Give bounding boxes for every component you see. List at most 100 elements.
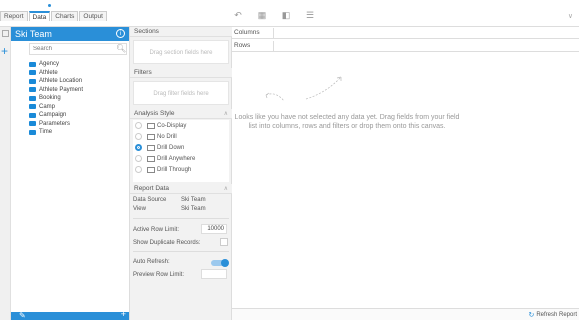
tab-output[interactable]: Output [79,11,107,21]
view-value: Ski Team [181,206,206,212]
active-row-limit-label: Active Row Limit: [133,227,180,233]
folder-item-parameters[interactable]: Parameters [29,120,83,129]
data-source-value: Ski Team [181,197,206,203]
folder-label: Athlete Payment [39,86,84,93]
empty-canvas-message: Looks like you have not selected any dat… [234,114,460,130]
folder-item-camp[interactable]: Camp [29,103,83,112]
field-search-input[interactable] [29,43,127,55]
folder-label: Booking [39,95,61,102]
preview-row-limit-label: Preview Row Limit: [133,272,185,278]
folder-icon [29,70,36,76]
folder-label: Parameters [39,120,71,127]
add-icon[interactable]: + [121,310,126,319]
folder-item-time[interactable]: Time [29,128,83,137]
filters-drop-zone[interactable]: Drag filter fields here [133,81,229,105]
folder-label: Campaign [39,112,67,119]
radio-button[interactable] [135,155,142,162]
view-label: View [133,206,146,212]
folder-label: Athlete [39,69,58,76]
radio-button[interactable] [135,133,142,140]
info-icon[interactable]: i [116,29,125,38]
field-folder-list: Agency Athlete Athlete Location Athlete … [29,60,83,137]
folder-item-athlete[interactable]: Athlete [29,69,83,78]
divider [133,251,229,252]
active-row-limit-input[interactable]: 10000 [201,224,227,234]
data-source-title: Ski Team [15,29,52,39]
option-drill-anywhere[interactable]: Drill Anywhere [133,153,229,164]
analysis-style-header[interactable]: Analysis Style ∧ [130,109,232,119]
folder-icon [29,87,36,93]
folder-icon [29,121,36,127]
folder-icon [29,104,36,110]
no-drill-icon [147,133,155,140]
report-data-settings: Data Source Ski Team View Ski Team Activ… [133,195,229,310]
pencil-icon[interactable]: ✎ [19,311,26,320]
drag-hint-arrows-icon [265,76,342,102]
filters-title: Filters [134,69,152,76]
list-icon[interactable]: ☰ [305,10,315,20]
auto-refresh-toggle[interactable] [211,259,229,267]
radio-button[interactable] [135,166,142,173]
folder-label: Time [39,129,53,136]
undo-icon[interactable]: ↶ [233,10,243,20]
option-no-drill[interactable]: No Drill [133,131,229,142]
columns-label: Columns [234,28,274,38]
show-duplicates-label: Show Duplicate Records: [133,240,201,246]
main-tabs: Report Data Charts Output [0,11,108,21]
folder-icon [29,78,36,84]
collapse-toolbar-icon[interactable]: ∨ [568,12,573,20]
report-data-header[interactable]: Report Data ∧ [130,184,232,194]
chevron-up-icon[interactable]: ∧ [224,184,228,194]
grid-icon[interactable] [2,30,9,37]
canvas-footer: ↻ Refresh Report [232,308,579,320]
drill-anywhere-icon [147,155,155,162]
canvas-toolbar: ↶ ▦ ◧ ☰ [233,10,315,20]
table-icon[interactable]: ▦ [257,10,267,20]
tab-report[interactable]: Report [0,11,28,21]
split-icon[interactable]: ◧ [281,10,291,20]
preview-row-limit-input[interactable] [201,269,227,279]
filters-header[interactable]: Filters [130,68,232,78]
data-panel: + Ski Team i 🔍︎ Agency Athlete Athlete L… [0,27,130,320]
folder-icon [29,129,36,135]
folder-item-booking[interactable]: Booking [29,94,83,103]
add-data-source-icon[interactable]: + [1,45,8,57]
report-settings-panel: Sections Drag section fields here Filter… [130,27,232,320]
sections-drop-zone[interactable]: Drag section fields here [133,40,229,64]
rows-shelf[interactable]: Rows [232,40,579,52]
folder-item-campaign[interactable]: Campaign [29,111,83,120]
report-canvas[interactable]: Columns Rows Looks like you have not sel… [232,27,579,320]
tab-charts[interactable]: Charts [51,11,79,21]
radio-button[interactable] [135,122,142,129]
divider [133,218,229,219]
co-display-icon [147,122,155,129]
folder-icon [29,95,36,101]
auto-refresh-label: Auto Refresh: [133,259,170,265]
report-data-title: Report Data [134,185,170,192]
folder-icon [29,112,36,118]
analysis-style-title: Analysis Style [134,110,175,117]
sections-title: Sections [134,28,159,35]
sections-header[interactable]: Sections [130,27,232,37]
option-drill-through[interactable]: Drill Through [133,164,229,175]
drill-through-icon [147,166,155,173]
active-tab-indicator [48,4,51,7]
folder-item-athlete-payment[interactable]: Athlete Payment [29,86,83,95]
option-co-display[interactable]: Co-Display [133,120,229,131]
option-drill-down[interactable]: Drill Down [133,142,229,153]
search-icon[interactable]: 🔍︎ [116,44,126,53]
refresh-report-label: Refresh Report [536,312,577,318]
tab-data[interactable]: Data [28,11,51,21]
refresh-report-button[interactable]: ↻ Refresh Report [528,311,577,319]
folder-label: Agency [39,61,60,68]
folder-item-agency[interactable]: Agency [29,60,83,69]
rows-label: Rows [234,41,274,51]
folder-item-athlete-location[interactable]: Athlete Location [29,77,83,86]
top-bar: Report Data Charts Output ↶ ▦ ◧ ☰ ∨ [0,0,579,27]
show-duplicates-checkbox[interactable] [220,238,228,246]
data-panel-footer: ✎ + [11,310,129,320]
columns-shelf[interactable]: Columns [232,27,579,39]
drill-down-icon [147,144,155,151]
radio-button-selected[interactable] [135,144,142,151]
chevron-up-icon[interactable]: ∧ [224,109,228,119]
